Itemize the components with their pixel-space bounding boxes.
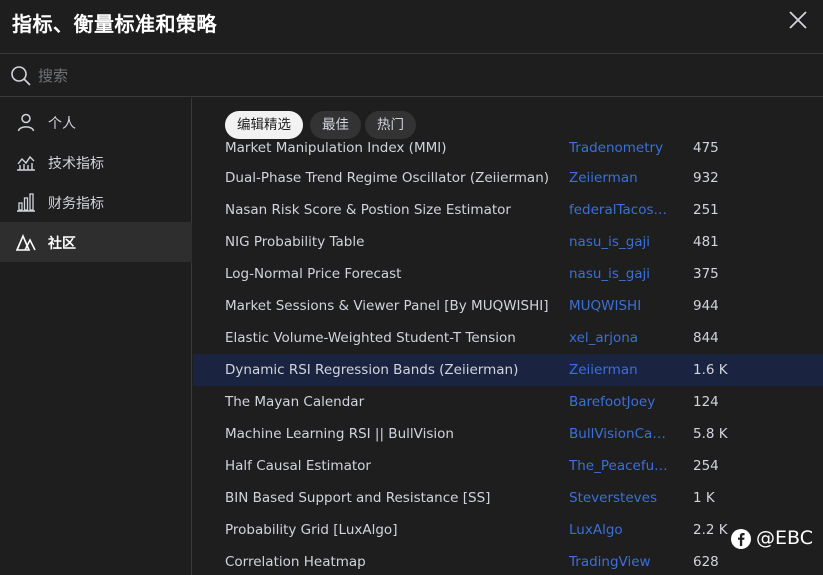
script-author-link[interactable]: LuxAlgo [569,522,671,538]
script-name: NIG Probability Table [225,234,365,250]
sidebar-item-technicals[interactable]: 技术指标 [0,142,192,182]
script-likes-count: 1.6 K [693,362,728,378]
table-row[interactable]: BIN Based Support and Resistance [SS] St… [193,482,823,514]
script-author-link[interactable]: BarefootJoey [569,394,671,410]
script-name: Elastic Volume-Weighted Student-T Tensio… [225,330,516,346]
script-name: BIN Based Support and Resistance [SS] [225,490,491,506]
script-author-link[interactable]: Tradenometry [569,140,671,156]
search-icon [11,66,31,86]
table-row[interactable]: Half Causal Estimator The_PeacefulTrader… [193,450,823,482]
chart-line-icon [17,155,35,171]
table-row[interactable]: Log-Normal Price Forecast nasu_is_gaji 3… [193,258,823,290]
community-icon [16,233,36,251]
sidebar-item-label: 个人 [48,116,76,132]
script-likes-count: 375 [693,266,719,282]
script-name: Correlation Heatmap [225,554,366,570]
sidebar-item-label: 社区 [48,236,76,252]
script-author-link[interactable]: BullVisionCapital [569,426,671,442]
sidebar-item-financials[interactable]: 财务指标 [0,182,192,222]
dialog-header: 指标、衡量标准和策略 [0,0,823,54]
sidebar-item-community[interactable]: 社区 [0,222,192,262]
indicators-dialog: 指标、衡量标准和策略 个人 技术指标 [0,0,823,575]
script-likes-count: 475 [693,140,719,156]
script-name: Nasan Risk Score & Postion Size Estimato… [225,202,511,218]
script-name: Log-Normal Price Forecast [225,266,402,282]
script-likes-count: 628 [693,554,719,570]
table-row[interactable]: NIG Probability Table nasu_is_gaji 481 [193,226,823,258]
script-author-link[interactable]: xel_arjona [569,330,671,346]
script-name: Market Manipulation Index (MMI) [225,140,447,156]
script-likes-count: 2.2 K [693,522,728,538]
script-name: The Mayan Calendar [225,394,365,410]
script-name: Probability Grid [LuxAlgo] [225,522,398,538]
script-name: Half Causal Estimator [225,458,371,474]
script-likes-count: 5.8 K [693,426,728,442]
search-bar [0,55,823,97]
user-icon [17,113,35,132]
tab-editors-picks[interactable]: 编辑精选 [225,111,303,139]
script-name: Dynamic RSI Regression Bands (Zeiierman) [225,362,519,378]
table-row[interactable]: Elastic Volume-Weighted Student-T Tensio… [193,322,823,354]
sidebar: 个人 技术指标 财务指标 社区 [0,98,192,575]
tab-trending[interactable]: 热门 [365,111,416,139]
script-author-link[interactable]: federalTacos5392b [569,202,671,218]
script-likes-count: 251 [693,202,719,218]
sidebar-item-label: 财务指标 [48,196,104,212]
script-name: Machine Learning RSI || BullVision [225,426,454,442]
script-likes-count: 844 [693,330,719,346]
script-likes-count: 481 [693,234,719,250]
script-name: Dual-Phase Trend Regime Oscillator (Zeii… [225,170,550,186]
bar-chart-icon [17,193,35,212]
table-row[interactable]: Probability Grid [LuxAlgo] LuxAlgo 2.2 K [193,514,823,546]
script-author-link[interactable]: Zeiierman [569,362,671,378]
table-row-selected[interactable]: Dynamic RSI Regression Bands (Zeiierman)… [193,354,823,386]
script-author-link[interactable]: nasu_is_gaji [569,234,671,250]
script-name: Market Sessions & Viewer Panel [By MUQWI… [225,298,549,314]
watermark-text: @EBC [756,527,813,549]
tab-top[interactable]: 最佳 [310,111,361,139]
close-icon[interactable] [786,8,810,32]
table-row[interactable]: Market Sessions & Viewer Panel [By MUQWI… [193,290,823,322]
table-row[interactable]: Nasan Risk Score & Postion Size Estimato… [193,194,823,226]
facebook-icon [731,529,751,549]
script-list-panel: Market Manipulation Index (MMI) Tradenom… [193,98,823,575]
script-author-link[interactable]: Steversteves [569,490,671,506]
script-author-link[interactable]: MUQWISHI [569,298,671,314]
table-row[interactable]: Correlation Heatmap TradingView 628 [193,546,823,575]
script-likes-count: 254 [693,458,719,474]
table-row[interactable]: The Mayan Calendar BarefootJoey 124 [193,386,823,418]
sidebar-item-label: 技术指标 [48,156,104,172]
script-author-link[interactable]: The_PeacefulTrader [569,458,671,474]
search-input[interactable] [38,63,798,89]
table-row[interactable]: Dual-Phase Trend Regime Oscillator (Zeii… [193,162,823,194]
script-author-link[interactable]: TradingView [569,554,671,570]
sidebar-item-personal[interactable]: 个人 [0,102,192,142]
filter-tabs: 编辑精选 最佳 热门 [193,98,823,142]
script-likes-count: 944 [693,298,719,314]
table-row[interactable]: Machine Learning RSI || BullVision BullV… [193,418,823,450]
script-likes-count: 932 [693,170,719,186]
script-likes-count: 1 K [693,490,715,506]
dialog-title: 指标、衡量标准和策略 [12,12,217,36]
script-author-link[interactable]: Zeiierman [569,170,671,186]
script-likes-count: 124 [693,394,719,410]
script-author-link[interactable]: nasu_is_gaji [569,266,671,282]
